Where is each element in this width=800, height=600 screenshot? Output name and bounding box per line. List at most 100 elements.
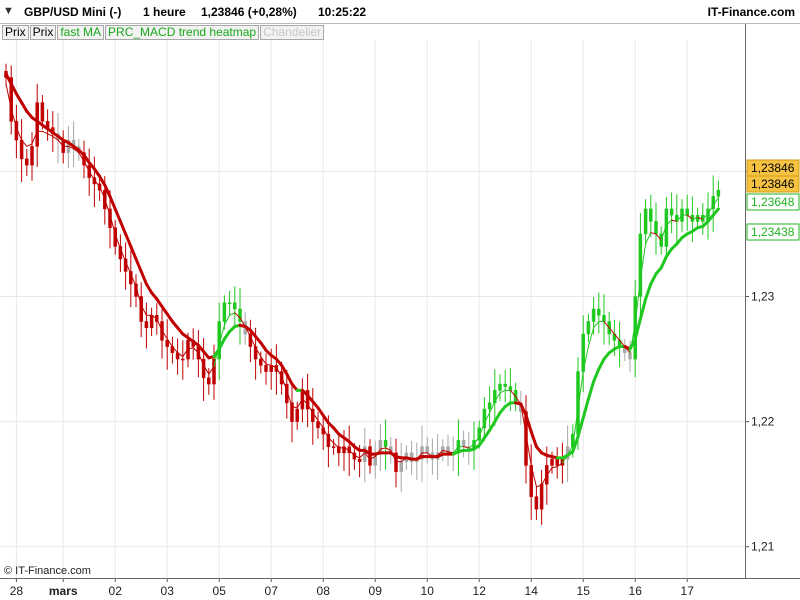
candle [35,83,39,167]
tab-prix[interactable]: Prix [2,25,29,40]
candle-body [222,302,227,322]
candle [170,336,175,364]
slow-ma-line-segment [14,92,24,105]
candle-body [331,446,336,448]
candle [425,436,429,464]
slow-ma-line-segment [124,232,133,248]
candle [623,339,627,362]
candle [30,132,34,181]
candle [654,202,658,255]
candle [503,369,507,403]
candle-body [643,208,648,235]
candle [19,119,24,182]
slow-ma-line-segment [113,207,122,223]
tab-macd-heatmap[interactable]: PRC_MACD trend heatmap [105,25,260,40]
candle-body [368,446,372,466]
x-tick-label: 17 [681,584,695,598]
candle [472,421,476,470]
chevron-down-icon[interactable]: ▼ [3,5,14,17]
candle [649,194,653,238]
fast-ma-line-segment [26,143,33,147]
slow-ma-line-segment [581,397,590,420]
candle-body [649,208,653,222]
candle-body [30,146,34,166]
candle [675,194,679,245]
y-tick-label: 1,22 [751,415,775,429]
fast-ma-line-segment [499,389,506,394]
candle [118,234,123,273]
candle [337,434,341,467]
y-tick-label: 1,23 [751,289,775,303]
candle [181,340,185,380]
x-tick-label: 09 [369,584,383,598]
candle-body [19,139,24,160]
candle [706,192,710,240]
candle [643,199,648,245]
candle [597,292,601,334]
slow-ma-line-segment [144,282,154,295]
candle-body [539,483,544,510]
candle [685,194,689,231]
candle [383,419,388,470]
candle-body [591,308,596,322]
price-label-text: 1,23846 [751,177,795,191]
tab-chandelier[interactable]: Chandelier [260,25,325,40]
x-tick-label: 08 [317,584,331,598]
candle [415,442,419,480]
slow-ma-line-segment [649,272,658,286]
candle-body [550,458,554,466]
candle-body [144,321,149,329]
candle [555,447,559,479]
slow-ma-line-segment [529,430,538,449]
price-label: 1,23846 [746,175,800,193]
slow-ma-line-segment [129,244,138,261]
tab-fast-ma[interactable]: fast MA [57,25,105,40]
x-tick-label: 02 [109,584,123,598]
candle-body [25,158,29,166]
slow-ma-line-segment [586,380,596,401]
candle [498,374,502,402]
tab-prix-2[interactable]: Prix [29,25,57,40]
timeframe[interactable]: 1 heure [143,5,186,19]
candle-body [425,446,429,454]
price-labels: 1,23846 1,23846 1,23648 1,23438 [746,159,800,241]
candle [165,319,169,370]
x-tick-label: 05 [213,584,227,598]
candle [373,440,377,479]
x-tick-label: 03 [161,584,175,598]
x-tick-label: 16 [629,584,643,598]
chart-window: 1,211,221,231,2428mars020305070809101214… [0,0,800,600]
candle [539,469,544,525]
candle-body [498,383,502,391]
candle-body [503,383,507,387]
price-label: 1,23438 [746,223,800,241]
candle-body [295,408,299,422]
candle [264,353,268,385]
price-chart[interactable]: 1,211,221,231,2428mars020305070809101214… [0,0,800,600]
candle [399,442,403,493]
slow-ma-line-segment [20,101,29,113]
candle-body [207,377,211,385]
candle-body [35,102,39,147]
price-label-text: 1,23846 [751,161,795,175]
candle [316,411,320,439]
indicator-lines [4,72,720,488]
last-price: 1,23846 (+0,28%) [201,5,297,19]
x-tick-label: mars [49,584,78,598]
candle [368,439,372,474]
fast-ma-line-segment [47,133,54,137]
candle-body [233,302,237,310]
slow-ma-line-segment [493,411,502,424]
candle-body [259,358,263,366]
candle [9,65,13,135]
candle [669,192,674,234]
slow-ma-line-segment [285,372,294,386]
candle [149,307,154,337]
copyright-text: © IT-Finance.com [4,565,91,577]
candle-body [555,458,559,466]
candle [248,319,253,363]
candle-body [40,102,45,122]
instrument-name[interactable]: GBP/USD Mini (-) [24,5,121,19]
candle [233,286,237,328]
candle-body [716,189,721,197]
